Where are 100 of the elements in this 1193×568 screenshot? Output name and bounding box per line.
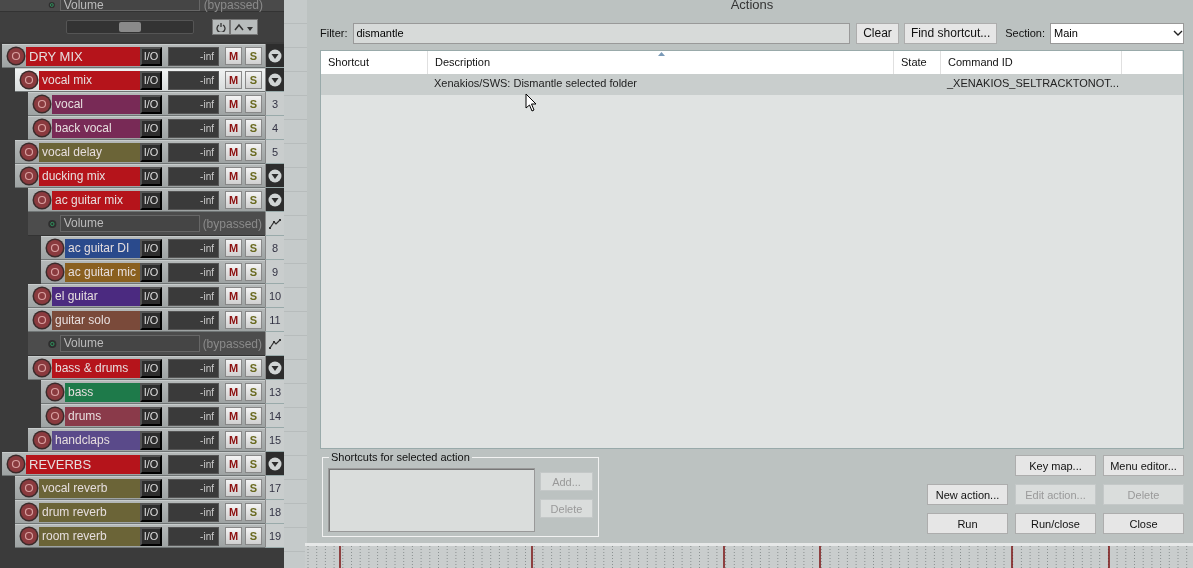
track-name[interactable]: vocal mix xyxy=(39,70,140,90)
track-header[interactable]: ac guitar DI I/O -inf M S xyxy=(41,236,265,260)
track-name[interactable]: ac guitar DI xyxy=(65,238,140,258)
track-header[interactable]: drum reverb I/O -inf M S xyxy=(15,500,265,524)
record-arm-button[interactable] xyxy=(6,454,26,474)
track-header[interactable]: vocal reverb I/O -inf M S xyxy=(15,476,265,500)
track-name[interactable]: el guitar xyxy=(52,286,140,306)
io-button[interactable]: I/O xyxy=(140,406,162,426)
track-header[interactable]: bass & drums I/O -inf M S xyxy=(28,356,265,380)
io-button[interactable]: I/O xyxy=(140,190,162,210)
track-name[interactable]: REVERBS xyxy=(26,454,140,474)
mute-button[interactable]: M xyxy=(225,383,242,401)
record-arm-button[interactable] xyxy=(32,190,52,210)
mute-button[interactable]: M xyxy=(225,479,242,497)
io-button[interactable]: I/O xyxy=(140,310,162,330)
solo-button[interactable]: S xyxy=(245,263,262,281)
track-header[interactable]: guitar solo I/O -inf M S xyxy=(28,308,265,332)
folder-collapse-button[interactable] xyxy=(268,360,282,375)
solo-button[interactable]: S xyxy=(245,407,262,425)
track-name[interactable]: vocal delay xyxy=(39,142,140,162)
mute-button[interactable]: M xyxy=(225,239,242,257)
folder-collapse-button[interactable] xyxy=(268,72,282,87)
solo-button[interactable]: S xyxy=(245,455,262,473)
mute-button[interactable]: M xyxy=(225,263,242,281)
find-shortcut-button[interactable]: Find shortcut... xyxy=(903,22,998,44)
record-arm-button[interactable] xyxy=(32,310,52,330)
solo-button[interactable]: S xyxy=(245,359,262,377)
track-name[interactable]: vocal xyxy=(52,94,140,114)
clear-button[interactable]: Clear xyxy=(856,22,899,44)
track-name[interactable]: vocal reverb xyxy=(39,478,140,498)
solo-button[interactable]: S xyxy=(245,431,262,449)
io-button[interactable]: I/O xyxy=(140,430,162,450)
io-button[interactable]: I/O xyxy=(140,382,162,402)
curve-dropdown[interactable] xyxy=(230,19,258,35)
io-button[interactable]: I/O xyxy=(140,94,162,114)
track-header[interactable]: DRY MIX I/O -inf M S xyxy=(2,44,265,68)
track-header[interactable]: back vocal I/O -inf M S xyxy=(28,116,265,140)
solo-button[interactable]: S xyxy=(245,503,262,521)
track-header[interactable]: vocal mix I/O -inf M S xyxy=(15,68,265,92)
folder-collapse-button[interactable] xyxy=(268,192,282,207)
solo-button[interactable]: S xyxy=(245,287,262,305)
mute-button[interactable]: M xyxy=(225,119,242,137)
section-dropdown[interactable]: Main xyxy=(1050,22,1184,44)
folder-collapse-button[interactable] xyxy=(268,48,282,63)
solo-button[interactable]: S xyxy=(245,71,262,89)
action-button[interactable]: Menu editor... xyxy=(1103,455,1184,476)
track-header[interactable]: room reverb I/O -inf M S xyxy=(15,524,265,548)
record-arm-button[interactable] xyxy=(32,94,52,114)
solo-button[interactable]: S xyxy=(245,167,262,185)
shortcuts-listbox[interactable] xyxy=(328,468,535,532)
folder-collapse-button[interactable] xyxy=(268,168,282,183)
filter-field[interactable]: dismantle xyxy=(352,22,851,44)
track-header[interactable]: vocal I/O -inf M S xyxy=(28,92,265,116)
record-arm-button[interactable] xyxy=(45,262,65,282)
io-button[interactable]: I/O xyxy=(140,166,162,186)
track-name[interactable]: ac guitar mix xyxy=(52,190,140,210)
mute-button[interactable]: M xyxy=(225,455,242,473)
action-button[interactable]: Close xyxy=(1103,513,1184,534)
track-header[interactable]: REVERBS I/O -inf M S xyxy=(2,452,265,476)
track-name[interactable]: room reverb xyxy=(39,526,140,546)
track-name[interactable]: guitar solo xyxy=(52,310,140,330)
track-name[interactable]: drums xyxy=(65,406,140,426)
record-arm-button[interactable] xyxy=(19,70,39,90)
action-button[interactable]: Run xyxy=(927,513,1008,534)
mute-button[interactable]: M xyxy=(225,191,242,209)
io-button[interactable]: I/O xyxy=(140,142,162,162)
solo-button[interactable]: S xyxy=(245,239,262,257)
mute-button[interactable]: M xyxy=(225,167,242,185)
track-name[interactable]: handclaps xyxy=(52,430,140,450)
solo-button[interactable]: S xyxy=(245,383,262,401)
mute-button[interactable]: M xyxy=(225,503,242,521)
io-button[interactable]: I/O xyxy=(140,526,162,546)
solo-button[interactable]: S xyxy=(245,95,262,113)
solo-button[interactable]: S xyxy=(245,143,262,161)
track-name[interactable]: drum reverb xyxy=(39,502,140,522)
mute-button[interactable]: M xyxy=(225,143,242,161)
track-name[interactable]: back vocal xyxy=(52,118,140,138)
record-arm-button[interactable] xyxy=(19,142,39,162)
solo-button[interactable]: S xyxy=(245,191,262,209)
io-button[interactable]: I/O xyxy=(140,238,162,258)
record-arm-button[interactable] xyxy=(32,286,52,306)
record-arm-button[interactable] xyxy=(45,382,65,402)
record-arm-button[interactable] xyxy=(6,46,26,66)
io-button[interactable]: I/O xyxy=(140,46,162,66)
track-header[interactable]: ac guitar mix I/O -inf M S xyxy=(28,188,265,212)
solo-button[interactable]: S xyxy=(245,311,262,329)
io-button[interactable]: I/O xyxy=(140,478,162,498)
io-button[interactable]: I/O xyxy=(140,358,162,378)
track-header[interactable]: ac guitar mic I/O -inf M S xyxy=(41,260,265,284)
fader-thumb[interactable] xyxy=(119,22,141,32)
track-header[interactable]: handclaps I/O -inf M S xyxy=(28,428,265,452)
record-arm-button[interactable] xyxy=(32,358,52,378)
record-arm-button[interactable] xyxy=(32,430,52,450)
power-button[interactable] xyxy=(212,19,230,35)
track-name[interactable]: bass & drums xyxy=(52,358,140,378)
mute-button[interactable]: M xyxy=(225,287,242,305)
track-header[interactable]: ducking mix I/O -inf M S xyxy=(15,164,265,188)
solo-button[interactable]: S xyxy=(245,119,262,137)
io-button[interactable]: I/O xyxy=(140,262,162,282)
action-button[interactable]: Run/close xyxy=(1015,513,1096,534)
